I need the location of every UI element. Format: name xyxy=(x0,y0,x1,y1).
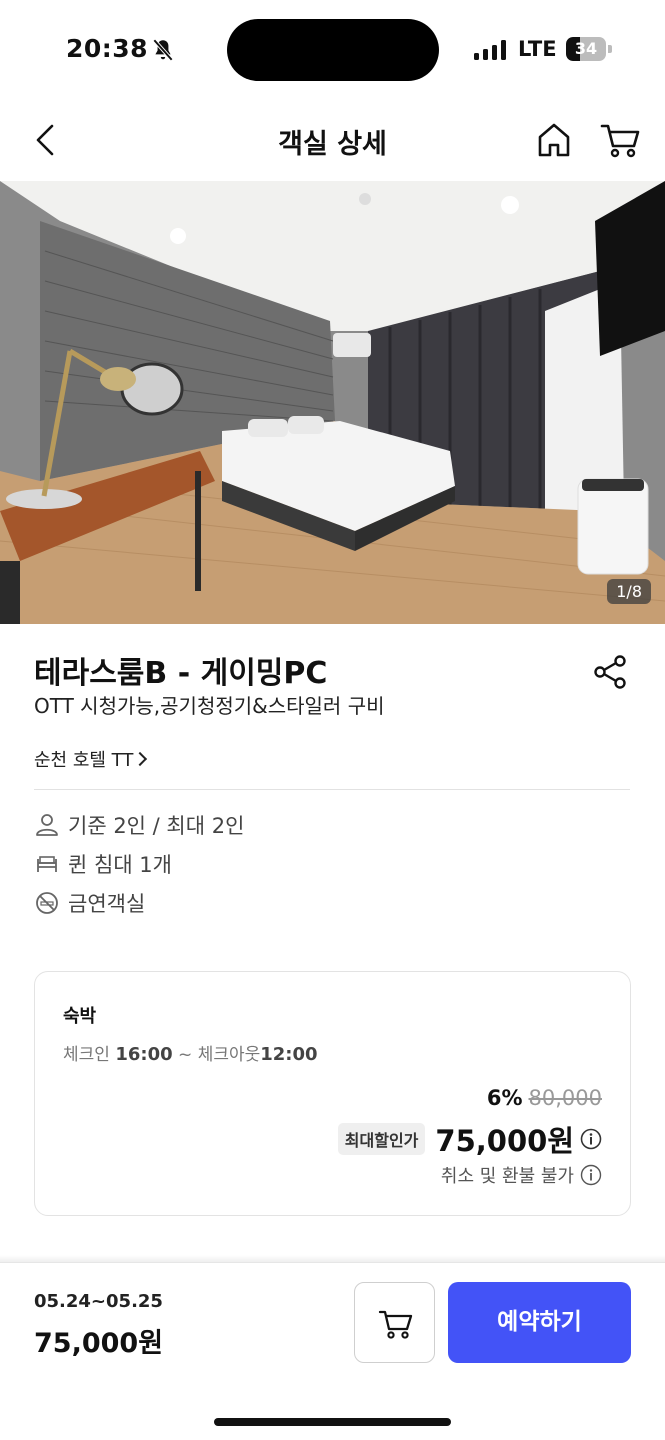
nonsmoking-feature: 금연객실 xyxy=(34,888,145,918)
refund-info-icon[interactable] xyxy=(580,1164,602,1186)
status-bar: 20:38 LTE 34 xyxy=(0,0,665,100)
status-time: 20:38 xyxy=(66,34,149,63)
time-separator: ~ xyxy=(178,1045,193,1065)
photo-counter: 1/8 xyxy=(607,579,651,604)
bed-feature: 퀸 침대 1개 xyxy=(34,849,172,879)
no-smoking-icon xyxy=(36,892,58,914)
bottom-bar: 05.24~05.25 75,000원 예약하기 xyxy=(0,1262,665,1440)
refund-policy-text: 취소 및 환불 불가 xyxy=(440,1166,574,1187)
network-label: LTE xyxy=(518,37,557,61)
room-photo-illustration xyxy=(0,181,665,624)
room-photo[interactable]: 1/8 xyxy=(0,181,665,624)
final-price: 75,000원 xyxy=(435,1124,574,1158)
add-to-cart-button[interactable] xyxy=(354,1282,435,1363)
original-price: 80,000 xyxy=(528,1086,602,1110)
final-price-line: 최대할인가 75,000원 xyxy=(337,1118,602,1160)
bell-muted-icon xyxy=(152,38,174,62)
person-icon xyxy=(36,814,58,836)
info-icon[interactable] xyxy=(580,1128,602,1150)
capacity-text: 기준 2인 / 최대 2인 xyxy=(68,814,245,838)
date-range: 05.24~05.25 xyxy=(34,1291,163,1312)
signal-icon xyxy=(474,40,506,60)
capacity-feature: 기준 2인 / 최대 2인 xyxy=(34,810,244,840)
home-icon[interactable] xyxy=(532,118,576,162)
cart-icon xyxy=(378,1310,413,1339)
battery-percent: 34 xyxy=(574,39,598,58)
price-card[interactable]: 숙박 체크인 16:00 ~ 체크아웃12:00 6% 80,000 최대할인가 … xyxy=(34,971,631,1216)
checkin-label: 체크인 xyxy=(63,1045,110,1065)
bed-text: 퀸 침대 1개 xyxy=(68,853,172,877)
refund-policy: 취소 및 환불 불가 xyxy=(441,1162,602,1188)
checkout-label: 체크아웃 xyxy=(197,1045,261,1065)
hotel-name: 순천 호텔 TT xyxy=(34,750,134,771)
bed-icon xyxy=(37,856,57,872)
checkin-time: 16:00 xyxy=(115,1044,173,1065)
dynamic-island xyxy=(227,19,439,81)
discount-line: 6% 80,000 xyxy=(487,1086,602,1110)
hotel-link[interactable]: 순천 호텔 TT xyxy=(34,746,148,772)
home-indicator xyxy=(214,1418,451,1426)
chevron-right-icon xyxy=(133,751,148,767)
cart-icon[interactable] xyxy=(598,118,644,162)
reserve-button[interactable]: 예약하기 xyxy=(448,1282,631,1363)
discount-rate: 6% xyxy=(486,1086,523,1110)
stay-type: 숙박 xyxy=(63,1006,97,1027)
share-icon[interactable] xyxy=(590,652,630,692)
battery-icon: 34 xyxy=(566,37,612,61)
total-price: 75,000원 xyxy=(34,1328,164,1359)
nav-bar: 객실 상세 xyxy=(0,100,665,180)
room-title: 테라스룸B - 게이밍PC xyxy=(34,656,328,691)
back-arrow-icon[interactable] xyxy=(24,118,68,162)
divider xyxy=(34,789,630,790)
checkout-time: 12:00 xyxy=(260,1044,318,1065)
max-discount-badge: 최대할인가 xyxy=(337,1123,426,1155)
room-subtitle: OTT 시청가능,공기청정기&스타일러 구비 xyxy=(34,694,385,718)
nonsmoking-text: 금연객실 xyxy=(68,892,146,916)
checkin-checkout: 체크인 16:00 ~ 체크아웃12:00 xyxy=(63,1040,318,1065)
